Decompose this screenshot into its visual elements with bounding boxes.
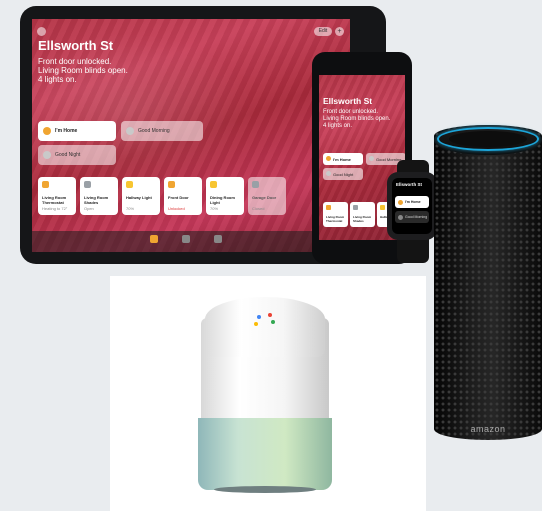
garage-icon — [252, 181, 259, 188]
rooms-tab-icon[interactable] — [182, 235, 190, 243]
house-icon — [326, 156, 331, 161]
scene-im-home[interactable]: I'm Home — [323, 153, 363, 165]
scene-label: Good Night — [333, 172, 354, 177]
accessory-name: Front Door — [168, 195, 189, 200]
amazon-logo: amazon — [470, 424, 506, 434]
moon-icon — [326, 171, 331, 176]
watch-scene-im-home[interactable]: I'm Home — [395, 196, 429, 208]
google-dot-green — [271, 320, 275, 324]
accessory-tile[interactable]: Living Room Thermostat — [323, 202, 348, 227]
google-home-base — [198, 418, 332, 490]
accessory-tile[interactable]: Living Room Shades Open — [80, 177, 118, 215]
echo-top-surface — [449, 131, 527, 147]
scene-label: I'm Home — [405, 200, 421, 204]
lock-icon — [168, 181, 175, 188]
home-title: Ellsworth St — [323, 96, 373, 106]
scene-im-home[interactable]: I'm Home — [38, 121, 116, 141]
shades-icon — [353, 205, 358, 210]
accessory-name: Living Room Thermostat — [326, 215, 345, 223]
automation-tab-icon[interactable] — [214, 235, 222, 243]
accessory-name: Garage Door — [252, 195, 277, 200]
accessory-name: Dining Room Light — [210, 195, 235, 205]
scene-good-morning[interactable]: Good Morning — [121, 121, 203, 141]
moon-icon — [43, 151, 51, 159]
scene-label: Good Morning — [405, 215, 428, 219]
status-line-lights: 4 lights on. — [38, 75, 77, 84]
accessory-status: Heating to 72° — [42, 206, 68, 211]
scene-good-night[interactable]: Good Night — [38, 145, 116, 165]
accessory-status: Closed — [252, 206, 265, 211]
accessory-tile[interactable]: Front Door Unlocked — [164, 177, 202, 215]
tab-bar — [32, 231, 350, 252]
thermostat-icon — [42, 181, 49, 188]
house-icon — [43, 127, 51, 135]
status-line-blinds: Living Room blinds open. — [38, 66, 128, 75]
accessory-status: Open — [84, 206, 94, 211]
accessory-tile[interactable]: Living Room Thermostat Heating to 72° — [38, 177, 76, 215]
home-tab-icon[interactable] — [150, 235, 158, 243]
google-home-top — [205, 297, 325, 357]
lightbulb-icon — [380, 205, 385, 210]
ipad-home-app-screen: Edit + Ellsworth St Front door unlocked.… — [32, 19, 350, 252]
lightbulb-icon — [126, 181, 133, 188]
google-dot-yellow — [254, 322, 258, 326]
accessory-name: Living Room Shades — [84, 195, 109, 205]
accessory-name: Hallway Light — [126, 195, 152, 200]
status-line-lights: 4 lights on. — [323, 123, 353, 129]
google-dot-red — [268, 313, 272, 317]
accessory-tile[interactable]: Living Room Shades — [350, 202, 375, 227]
shades-icon — [84, 181, 91, 188]
watch-scene-good-morning[interactable]: Good Morning — [395, 211, 429, 223]
amazon-echo-speaker — [434, 125, 542, 440]
edit-button[interactable]: Edit — [314, 27, 332, 36]
watch-screen: Ellsworth St I'm Home Good Morning — [392, 178, 432, 234]
add-icon[interactable]: + — [335, 27, 344, 36]
status-line-door: Front door unlocked. — [38, 57, 112, 66]
accessory-name: Living Room Thermostat — [42, 195, 67, 205]
accessory-status: 70% — [126, 206, 135, 211]
sun-icon — [369, 156, 374, 161]
watch-title: Ellsworth St — [396, 182, 423, 187]
thermostat-icon — [326, 205, 331, 210]
sun-icon — [398, 214, 403, 220]
accessory-name: Living Room Shades — [353, 215, 372, 223]
accessory-status: Unlocked — [168, 206, 185, 211]
scene-label: Good Night — [55, 152, 81, 158]
sun-icon — [126, 127, 134, 135]
scene-label: I'm Home — [333, 157, 351, 162]
scene-label: Good Morning — [138, 128, 170, 134]
lightbulb-icon — [210, 181, 217, 188]
scene-label: I'm Home — [55, 128, 78, 134]
google-home-foot — [214, 486, 316, 493]
status-line-door: Front door unlocked. — [323, 109, 379, 115]
accessory-status: 70% — [210, 206, 219, 211]
accessory-tile[interactable]: Hallway Light 70% — [122, 177, 160, 215]
home-title: Ellsworth St — [38, 38, 114, 53]
accessory-tile[interactable]: Dining Room Light 70% — [206, 177, 244, 215]
scene-good-night[interactable]: Good Night — [323, 168, 363, 180]
location-icon[interactable] — [37, 27, 46, 36]
accessory-tile[interactable]: Garage Door Closed — [248, 177, 286, 215]
status-line-blinds: Living Room blinds open. — [323, 116, 391, 122]
house-icon — [398, 199, 403, 205]
google-dot-blue — [257, 315, 261, 319]
